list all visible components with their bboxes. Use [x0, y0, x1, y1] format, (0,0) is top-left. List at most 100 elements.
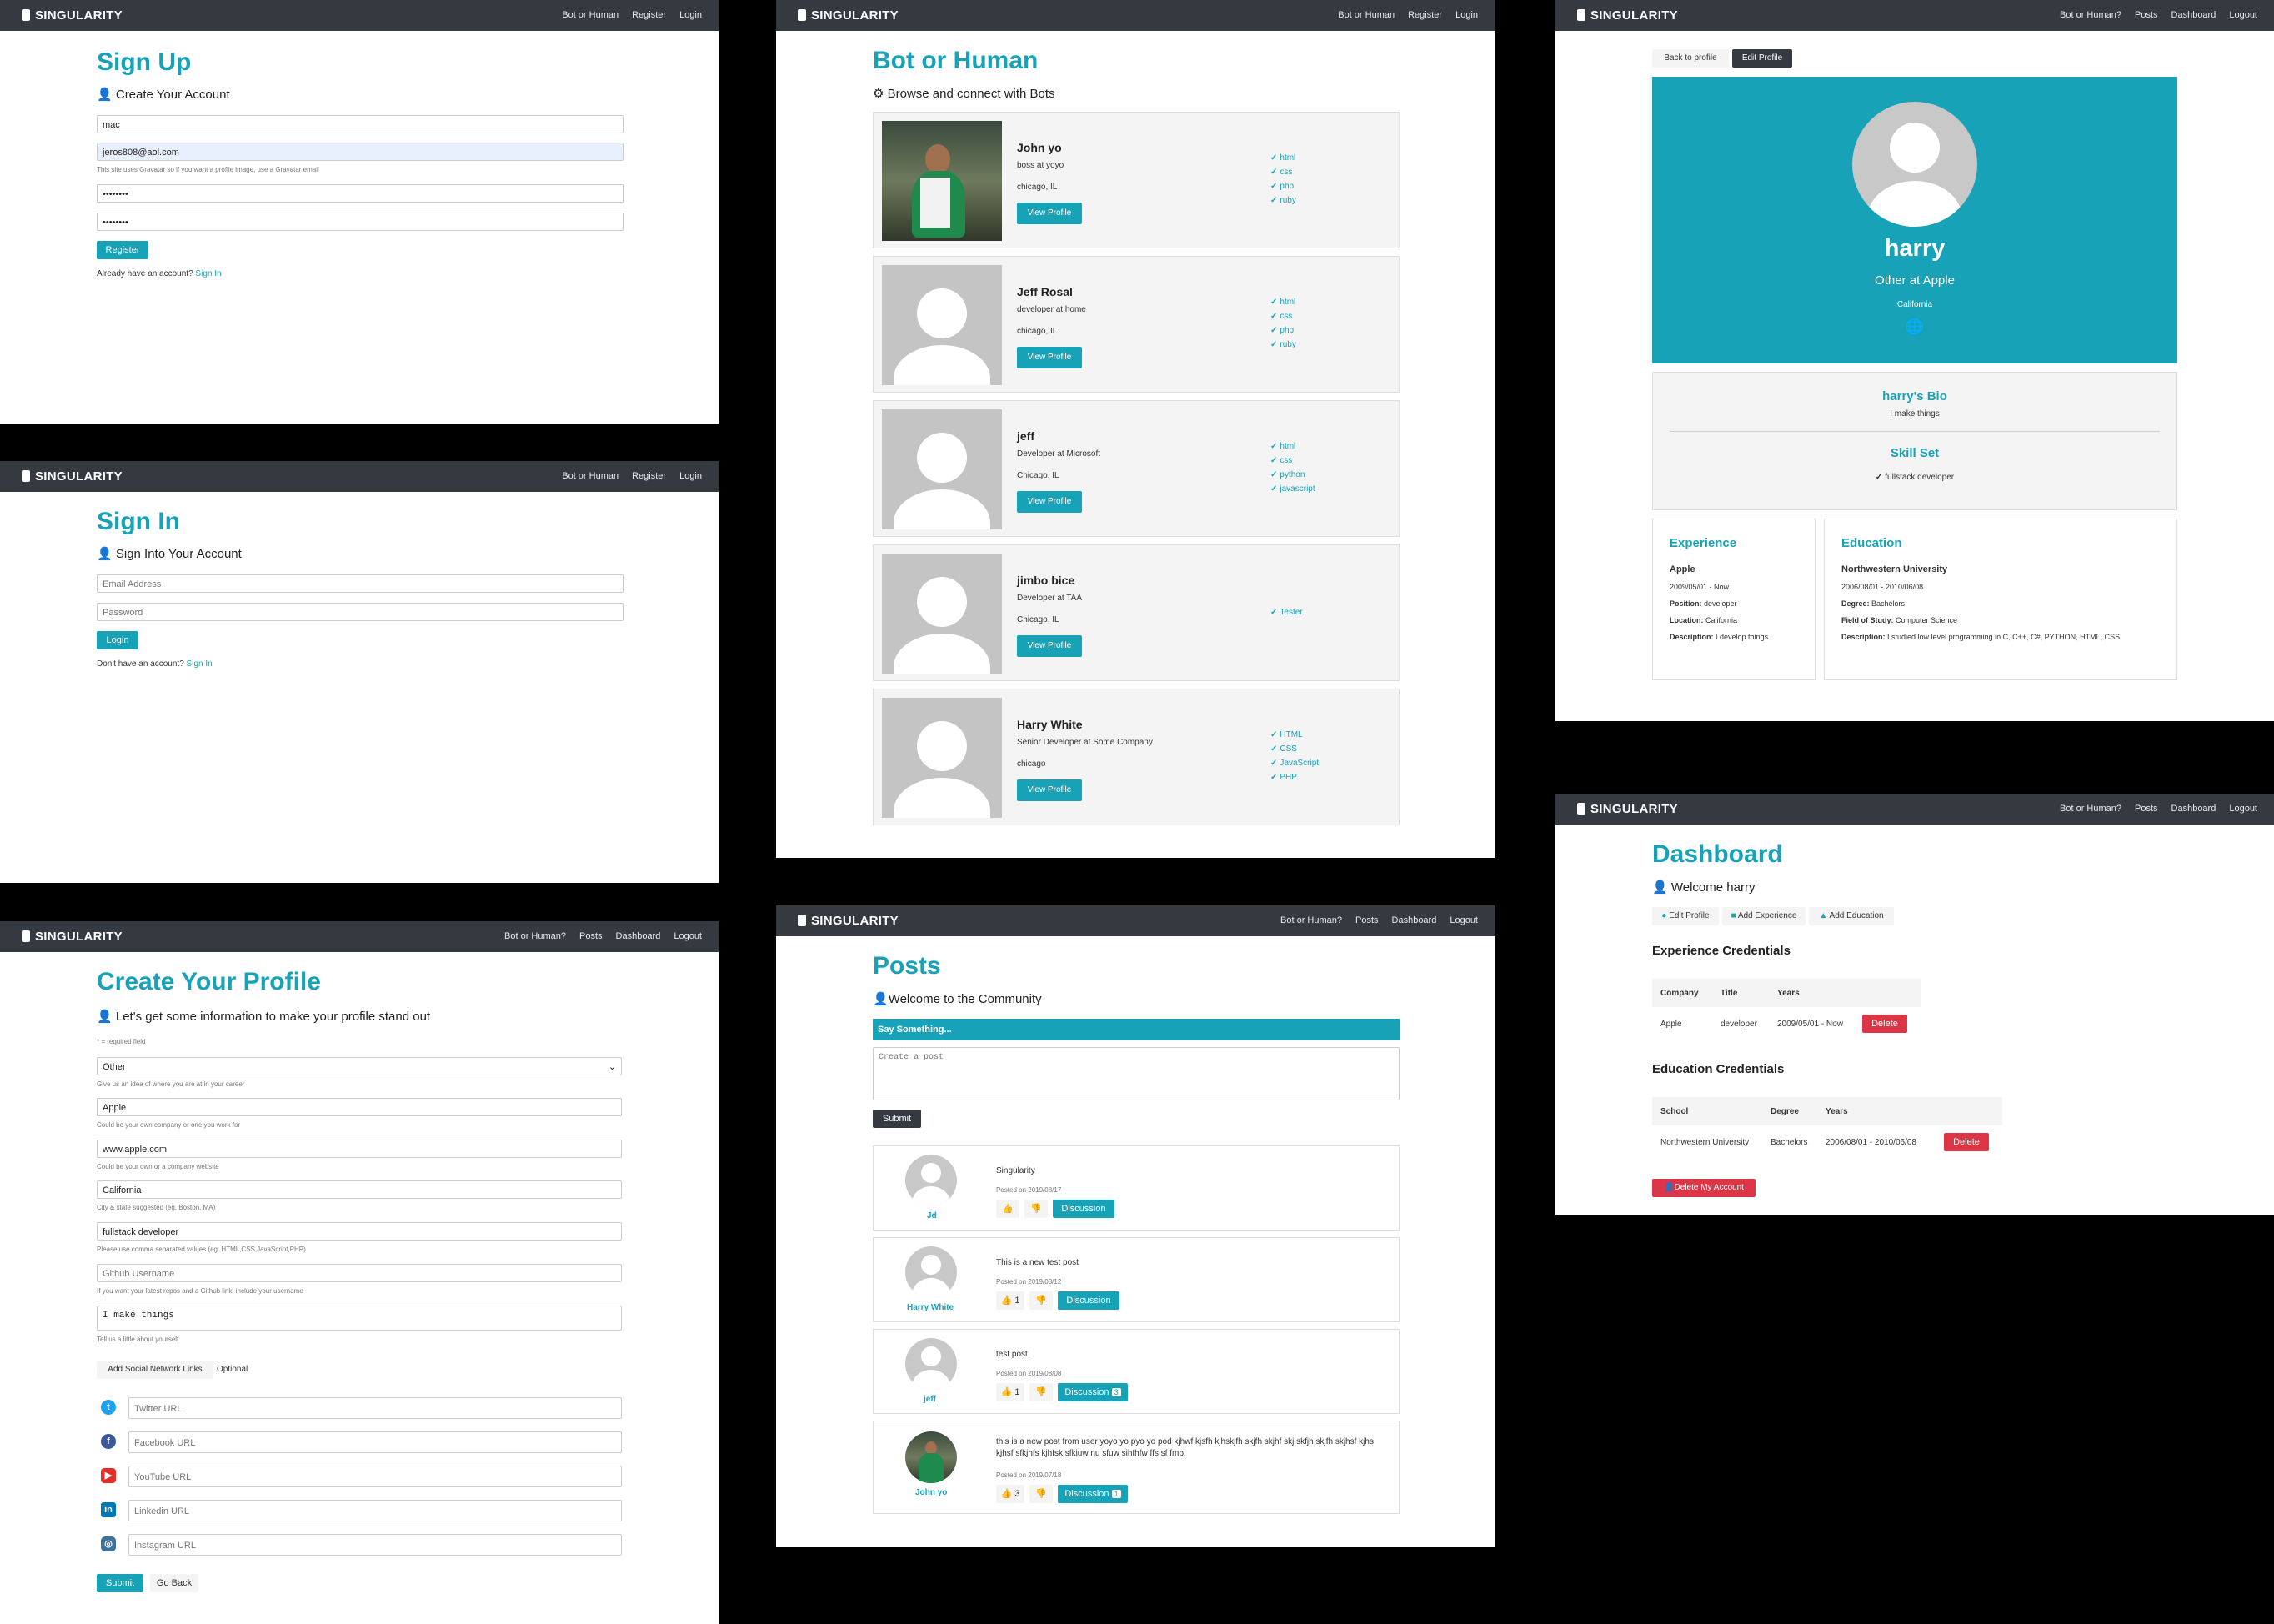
- profile-top: harry Other at Apple California 🌐: [1652, 77, 2177, 363]
- edu-school: Northwestern University: [1841, 564, 1948, 574]
- view-profile-button[interactable]: View Profile: [1017, 635, 1082, 657]
- nav-posts[interactable]: Posts: [2135, 10, 2158, 20]
- brand[interactable]: SINGULARITY: [1577, 794, 1678, 825]
- avatar: [882, 698, 1002, 818]
- go-back-button[interactable]: Go Back: [150, 1574, 198, 1592]
- brand[interactable]: SINGULARITY: [1577, 0, 1678, 31]
- dislike-button[interactable]: 👎: [1029, 1383, 1053, 1401]
- edit-profile-button[interactable]: Edit Profile: [1732, 49, 1792, 68]
- website-input[interactable]: www.apple.com: [97, 1140, 622, 1158]
- status-select[interactable]: Other ⌄: [97, 1057, 622, 1075]
- like-button[interactable]: 👍 1: [996, 1291, 1024, 1310]
- linkedin-input[interactable]: Linkedin URL: [128, 1500, 622, 1521]
- skill-item: ✓ html: [1270, 298, 1296, 307]
- view-profile-button[interactable]: View Profile: [1017, 347, 1082, 368]
- nav-posts[interactable]: Posts: [2135, 804, 2158, 814]
- nav-logout[interactable]: Logout: [2229, 10, 2257, 20]
- discussion-button[interactable]: Discussion: [1058, 1291, 1119, 1310]
- email-input[interactable]: Email Address: [97, 574, 624, 593]
- back-to-profile-button[interactable]: Back to profile: [1652, 49, 1729, 68]
- delete-account-button[interactable]: 👤Delete My Account: [1652, 1179, 1756, 1197]
- password-input[interactable]: Password: [97, 603, 624, 621]
- delete-education-button[interactable]: Delete: [1944, 1133, 1989, 1151]
- skills-input[interactable]: fullstack developer: [97, 1222, 622, 1241]
- view-profile-button[interactable]: View Profile: [1017, 779, 1082, 801]
- nav-dashboard[interactable]: Dashboard: [2171, 10, 2216, 20]
- company-input[interactable]: Apple: [97, 1098, 622, 1116]
- edit-profile-button[interactable]: ● Edit Profile: [1652, 907, 1719, 925]
- post-card: Jd Singularity Posted on 2019/08/17 👍 👎 …: [873, 1145, 1400, 1231]
- name-input[interactable]: mac: [97, 115, 624, 133]
- login-button[interactable]: Login: [97, 631, 138, 649]
- submit-post-button[interactable]: Submit: [873, 1110, 921, 1128]
- dashboard-screen: SINGULARITY Bot or Human? Posts Dashboard L…: [1555, 794, 2274, 1215]
- nav-login[interactable]: Login: [1455, 10, 1478, 20]
- bio-textarea[interactable]: I make things: [97, 1306, 622, 1331]
- nav-bots[interactable]: Bot or Human?: [504, 931, 566, 941]
- nav-bots[interactable]: Bot or Human: [562, 10, 619, 20]
- nav-logout[interactable]: Logout: [674, 931, 702, 941]
- add-experience-button[interactable]: ■ Add Experience: [1722, 907, 1806, 925]
- post-author[interactable]: Jd: [927, 1211, 937, 1221]
- brand[interactable]: SINGULARITY: [22, 921, 123, 952]
- page-title: Posts: [873, 952, 941, 980]
- add-education-button[interactable]: ▲ Add Education: [1809, 907, 1894, 925]
- dislike-button[interactable]: 👎: [1024, 1200, 1048, 1218]
- nav-dashboard[interactable]: Dashboard: [2171, 804, 2216, 814]
- dislike-button[interactable]: 👎: [1029, 1485, 1053, 1503]
- nav-bots[interactable]: Bot or Human: [1338, 10, 1395, 20]
- edu-degree: Degree: Bachelors: [1841, 599, 1906, 608]
- register-button[interactable]: Register: [97, 241, 148, 259]
- nav-bots[interactable]: Bot or Human?: [1280, 915, 1342, 925]
- thumbs-up-icon: 👍: [1002, 1204, 1014, 1214]
- youtube-input[interactable]: YouTube URL: [128, 1466, 622, 1487]
- like-button[interactable]: 👍 3: [996, 1485, 1024, 1503]
- post-author[interactable]: Harry White: [907, 1303, 954, 1312]
- instagram-input[interactable]: Instagram URL: [128, 1534, 622, 1556]
- post-author[interactable]: John yo: [915, 1488, 947, 1497]
- email-input[interactable]: jeros808@aol.com: [97, 143, 624, 161]
- confirm-password-input[interactable]: ••••••••: [97, 213, 624, 231]
- submit-button[interactable]: Submit: [97, 1574, 143, 1592]
- facebook-input[interactable]: Facebook URL: [128, 1431, 622, 1453]
- nav-dashboard[interactable]: Dashboard: [1392, 915, 1437, 925]
- view-profile-button[interactable]: View Profile: [1017, 203, 1082, 224]
- nav-register[interactable]: Register: [632, 10, 666, 20]
- signin-link[interactable]: Sign In: [187, 659, 213, 669]
- discussion-button[interactable]: Discussion: [1053, 1200, 1114, 1218]
- nav-logout[interactable]: Logout: [2229, 804, 2257, 814]
- twitter-input[interactable]: Twitter URL: [128, 1397, 622, 1419]
- signin-prompt: Already have an account? Sign In: [97, 269, 222, 278]
- discussion-button[interactable]: Discussion 1: [1058, 1485, 1128, 1503]
- discussion-button[interactable]: Discussion 3: [1058, 1383, 1128, 1401]
- brand[interactable]: SINGULARITY: [798, 905, 899, 936]
- post-author[interactable]: jeff: [924, 1395, 936, 1404]
- like-button[interactable]: 👍 1: [996, 1383, 1024, 1401]
- dislike-button[interactable]: 👎: [1029, 1291, 1053, 1310]
- globe-icon[interactable]: 🌐: [1652, 318, 2177, 336]
- view-profile-button[interactable]: View Profile: [1017, 491, 1082, 513]
- nav-login[interactable]: Login: [679, 471, 702, 481]
- nav-posts[interactable]: Posts: [579, 931, 603, 941]
- nav-dashboard[interactable]: Dashboard: [616, 931, 661, 941]
- nav-bots[interactable]: Bot or Human?: [2060, 10, 2121, 20]
- like-button[interactable]: 👍: [996, 1200, 1019, 1218]
- nav-register[interactable]: Register: [632, 471, 666, 481]
- nav-bots[interactable]: Bot or Human?: [2060, 804, 2121, 814]
- nav-bots[interactable]: Bot or Human: [562, 471, 619, 481]
- nav-register[interactable]: Register: [1408, 10, 1442, 20]
- add-social-links-button[interactable]: Add Social Network Links: [97, 1361, 213, 1379]
- brand[interactable]: SINGULARITY: [798, 0, 899, 31]
- password-input[interactable]: ••••••••: [97, 184, 624, 203]
- nav-posts[interactable]: Posts: [1355, 915, 1379, 925]
- location-input[interactable]: California: [97, 1180, 622, 1199]
- nav-login[interactable]: Login: [679, 10, 702, 20]
- brand[interactable]: SINGULARITY: [22, 461, 123, 492]
- signin-link[interactable]: Sign In: [195, 269, 221, 278]
- thumbs-down-icon: 👎: [1035, 1489, 1047, 1499]
- github-input[interactable]: Github Username: [97, 1264, 622, 1282]
- nav-logout[interactable]: Logout: [1450, 915, 1478, 925]
- delete-experience-button[interactable]: Delete: [1862, 1015, 1907, 1033]
- brand[interactable]: SINGULARITY: [22, 0, 123, 31]
- post-textarea[interactable]: Create a post: [873, 1047, 1400, 1100]
